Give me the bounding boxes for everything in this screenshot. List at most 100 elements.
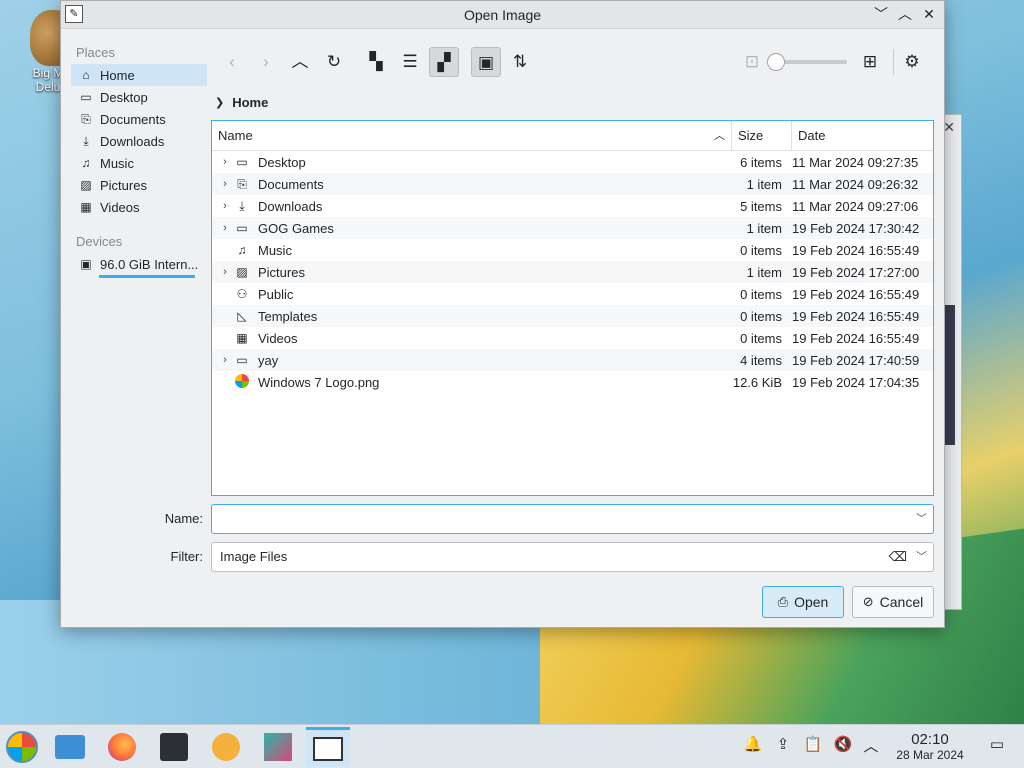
clear-icon[interactable]: ⌫ <box>889 543 907 571</box>
file-size: 0 items <box>740 242 782 258</box>
name-field[interactable]: ﹀ <box>211 504 934 534</box>
file-date: 19 Feb 2024 16:55:49 <box>792 308 920 324</box>
breadcrumb: ❯ Home <box>215 93 268 111</box>
column-header-size[interactable]: Size <box>732 121 792 151</box>
column-header-name[interactable]: Name ︿ <box>212 121 732 151</box>
sidebar-item-desktop[interactable]: ▭ Desktop <box>71 86 207 108</box>
sidebar-item-downloads[interactable]: ⤓ Downloads <box>71 130 207 152</box>
devices-header: Devices <box>76 234 123 249</box>
expand-chevron-icon[interactable]: › <box>216 266 234 278</box>
table-row[interactable]: › ▭ yay 4 items 19 Feb 2024 17:40:59 <box>212 349 933 371</box>
cancel-button[interactable]: ⊘ Cancel <box>852 586 934 618</box>
file-name: GOG Games <box>258 220 334 236</box>
table-row[interactable]: › ▭ Desktop 6 items 11 Mar 2024 09:27:35 <box>212 151 933 173</box>
folder-icon: ▭ <box>236 221 248 235</box>
videos-icon: ▦ <box>236 331 248 345</box>
sidebar-item-label: Home <box>100 67 135 83</box>
taskbar-paint[interactable] <box>306 727 350 767</box>
videos-icon: ▦ <box>80 200 92 214</box>
preview-toggle-button[interactable]: ▣ <box>471 47 501 77</box>
file-list[interactable]: Name ︿ Size Date › ▭ Desktop 6 items 11 Mar … <box>211 120 934 496</box>
detail-view-button[interactable]: ▞ <box>429 47 459 77</box>
file-name: Music <box>258 242 292 258</box>
chevron-right-icon[interactable]: ❯ <box>215 96 224 109</box>
compact-view-button[interactable]: ☰ <box>395 47 425 77</box>
expand-chevron-icon[interactable]: › <box>216 222 234 234</box>
table-row[interactable]: › ⎘ Documents 1 item 11 Mar 2024 09:26:32 <box>212 173 933 195</box>
table-row[interactable]: ▦ Videos 0 items 19 Feb 2024 16:55:49 <box>212 327 933 349</box>
folder-icon: ▭ <box>236 353 248 367</box>
notifications-icon[interactable]: 🔔 <box>742 735 764 753</box>
updates-icon[interactable]: ⇪ <box>772 735 794 753</box>
sidebar-item-documents[interactable]: ⎘ Documents <box>71 108 207 130</box>
table-row[interactable]: Windows 7 Logo.png 12.6 KiB 19 Feb 2024 17… <box>212 371 933 393</box>
show-desktop-icon[interactable]: ▭ <box>986 735 1008 753</box>
open-file-icon: ⎙ <box>777 594 789 609</box>
file-size: 0 items <box>740 330 782 346</box>
sidebar-item-pictures[interactable]: ▨ Pictures <box>71 174 207 196</box>
options-button[interactable]: ⚙ <box>897 47 927 77</box>
open-button[interactable]: ⎙ Open <box>762 586 844 618</box>
sidebar-item-internal-drive[interactable]: ▣ 96.0 GiB Intern... <box>71 253 207 275</box>
file-size: 1 item <box>746 176 782 192</box>
expand-chevron-icon[interactable]: › <box>216 156 234 168</box>
table-row[interactable]: › ▭ GOG Games 1 item 19 Feb 2024 17:30:42 <box>212 217 933 239</box>
chevron-up-icon[interactable]: ︿ <box>860 735 882 756</box>
documents-icon: ⎘ <box>237 177 247 191</box>
table-row[interactable]: › ⤓ Downloads 5 items 11 Mar 2024 09:27:06 <box>212 195 933 217</box>
expand-chevron-icon[interactable]: › <box>216 178 234 190</box>
chevron-down-icon[interactable]: ﹀ <box>916 543 927 571</box>
forward-button[interactable]: › <box>251 47 281 77</box>
expand-chevron-icon[interactable]: › <box>216 354 234 366</box>
taskbar-gog[interactable] <box>204 727 248 767</box>
start-menu-button[interactable] <box>0 727 44 767</box>
file-date: 19 Feb 2024 17:40:59 <box>792 352 920 368</box>
drive-usage-bar <box>99 275 195 278</box>
zoom-in-button[interactable]: ⊞ <box>855 47 885 77</box>
table-row[interactable]: › ▨ Pictures 1 item 19 Feb 2024 17:27:00 <box>212 261 933 283</box>
sidebar-item-home[interactable]: ⌂ Home <box>71 64 207 86</box>
app-icon <box>264 733 292 761</box>
back-button[interactable]: ‹ <box>217 47 247 77</box>
zoom-slider[interactable] <box>767 53 847 71</box>
reload-button[interactable]: ↻ <box>319 47 349 77</box>
taskbar-file-manager[interactable] <box>48 727 92 767</box>
zoom-out-button[interactable]: ⊡ <box>737 47 767 77</box>
sidebar-item-music[interactable]: ♫ Music <box>71 152 207 174</box>
file-name: yay <box>258 352 279 368</box>
paint-app-icon[interactable]: ✎ <box>65 5 83 23</box>
close-icon[interactable]: ✕ <box>943 119 955 136</box>
clipboard-icon[interactable]: 📋 <box>802 735 824 753</box>
file-list-header: Name ︿ Size Date <box>212 121 933 151</box>
table-row[interactable]: ♫ Music 0 items 19 Feb 2024 16:55:49 <box>212 239 933 261</box>
toolbar: ‹ › ︿ ↻ ▚ ☰ ▞ ▣ ⇅ ⊡ ⊞ ⚙ <box>213 45 933 79</box>
filter-combobox[interactable]: Image Files ⌫ ﹀ <box>211 542 934 572</box>
column-header-date[interactable]: Date <box>792 121 933 151</box>
pictures-icon: ▨ <box>236 265 248 279</box>
chevron-down-icon[interactable]: ﹀ <box>916 505 927 533</box>
breadcrumb-home[interactable]: Home <box>232 95 268 110</box>
volume-muted-icon[interactable]: 🔇 <box>832 735 854 753</box>
taskbar-app[interactable] <box>256 727 300 767</box>
minimize-button[interactable]: ﹀ <box>872 4 890 24</box>
clock[interactable]: 02:10 28 Mar 2024 <box>888 731 972 762</box>
taskbar-firefox[interactable] <box>100 727 144 767</box>
maximize-button[interactable]: ︿ <box>896 4 914 24</box>
table-row[interactable]: ◺ Templates 0 items 19 Feb 2024 16:55:49 <box>212 305 933 327</box>
close-button[interactable]: ✕ <box>920 4 938 24</box>
sidebar-item-videos[interactable]: ▦ Videos <box>71 196 207 218</box>
titlebar[interactable]: ✎ Open Image ﹀ ︿ ✕ <box>61 1 944 29</box>
sidebar-item-label: Music <box>100 155 134 171</box>
up-button[interactable]: ︿ <box>285 47 315 77</box>
downloads-icon: ⤓ <box>83 134 89 148</box>
taskbar-settings[interactable] <box>152 727 196 767</box>
settings-app-icon <box>160 733 188 761</box>
name-input[interactable] <box>220 505 900 532</box>
zoom-slider-handle[interactable] <box>767 53 785 71</box>
sort-button[interactable]: ⇅ <box>505 47 535 77</box>
taskbar: 🔔 ⇪ 📋 🔇 ︿ 02:10 28 Mar 2024 ▭ <box>0 724 1024 768</box>
folder-icon <box>55 735 85 759</box>
table-row[interactable]: ⚇ Public 0 items 19 Feb 2024 16:55:49 <box>212 283 933 305</box>
icons-view-button[interactable]: ▚ <box>361 47 391 77</box>
expand-chevron-icon[interactable]: › <box>216 200 234 212</box>
